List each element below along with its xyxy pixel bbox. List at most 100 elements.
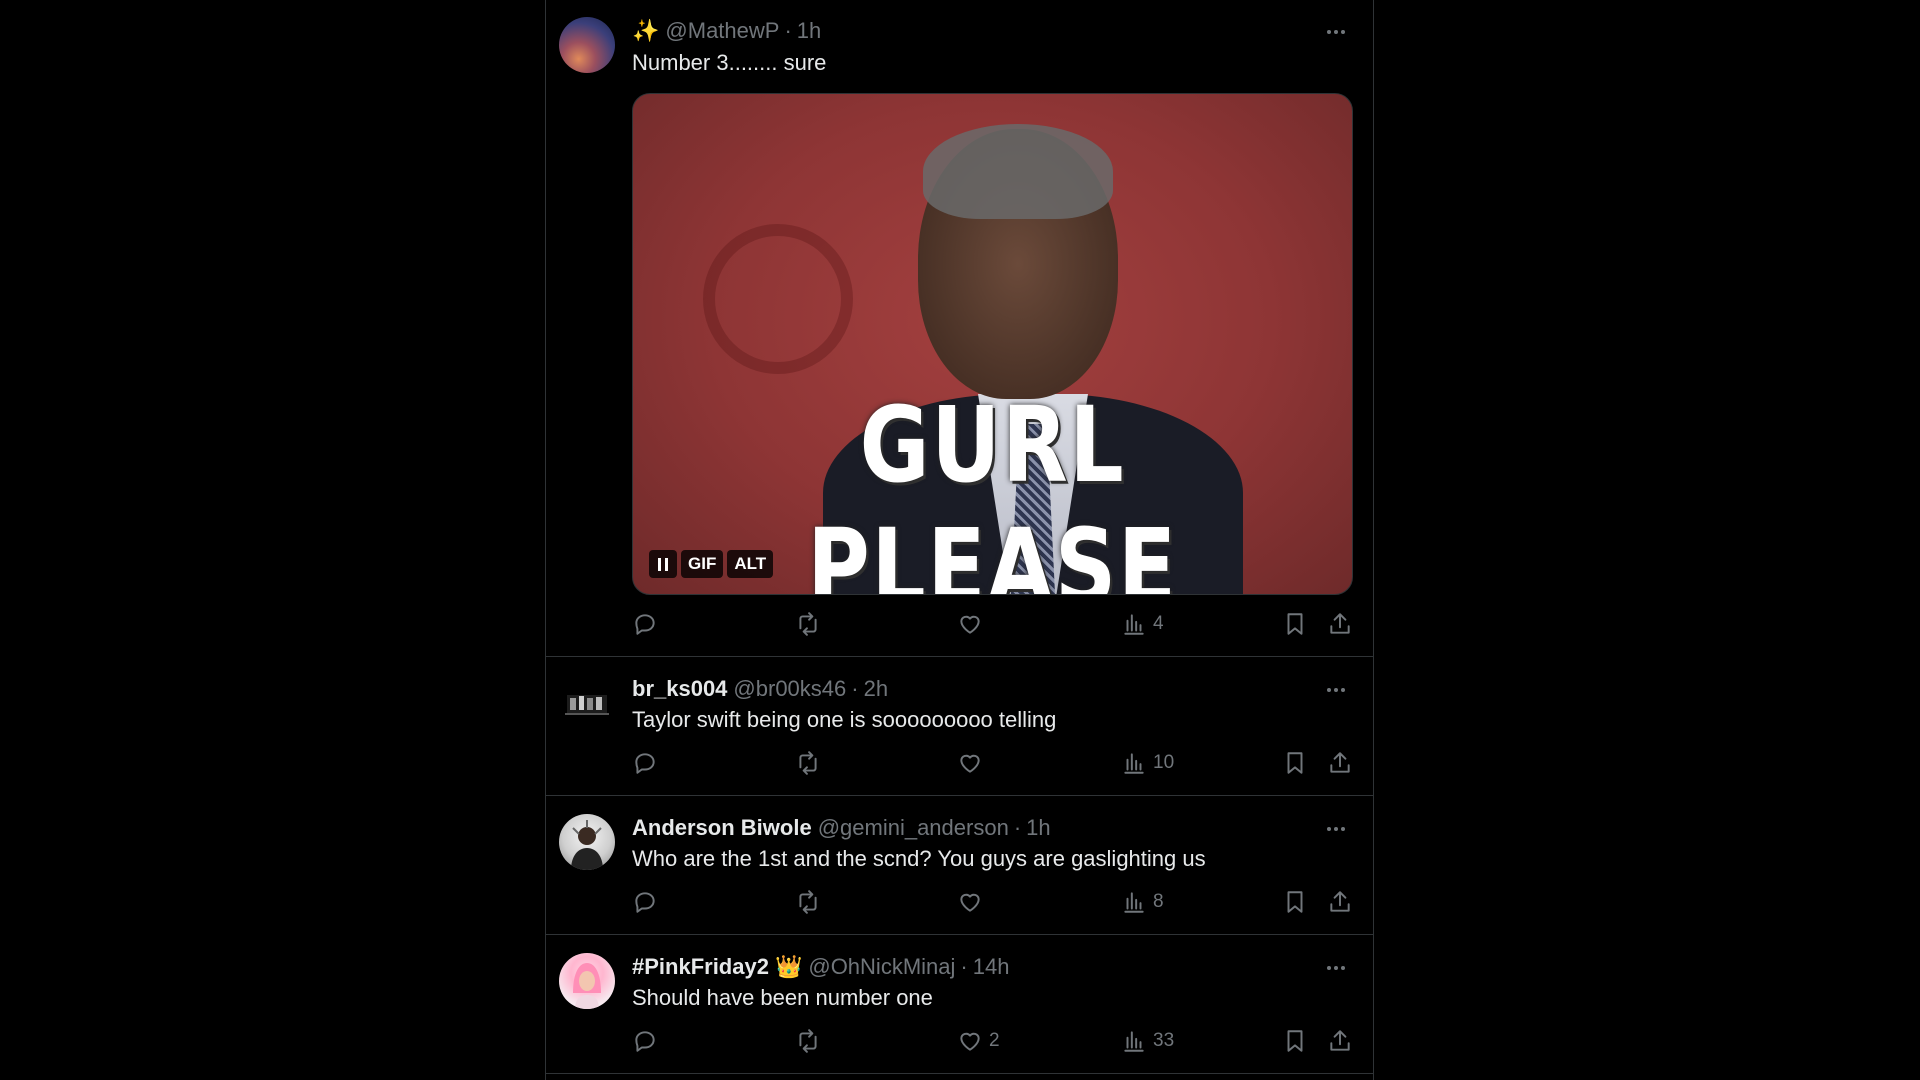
bookmark-button[interactable] — [1282, 1028, 1308, 1054]
reply-button[interactable] — [632, 750, 658, 776]
gif-badge: GIF — [681, 550, 724, 578]
bookmark-icon — [1287, 1030, 1303, 1052]
reply-button[interactable] — [632, 611, 658, 637]
timestamp[interactable]: 1h — [1026, 815, 1050, 841]
crown-emoji: 👑 — [774, 954, 803, 979]
like-count: 2 — [989, 1030, 1000, 1051]
tweet[interactable]: ✨ @MathewP · 1h Number 3........ sure GU… — [546, 0, 1373, 657]
retweet-button[interactable] — [795, 1028, 821, 1054]
view-count: 10 — [1153, 752, 1175, 773]
user-handle[interactable]: @gemini_anderson — [818, 815, 1009, 841]
reply-icon — [635, 753, 655, 774]
tweet-actions: 4 — [632, 611, 1357, 641]
gif-caption: GURL PLEASE — [807, 384, 1178, 595]
media-badges: GIF ALT — [649, 550, 774, 578]
like-button[interactable] — [957, 611, 989, 637]
more-icon[interactable] — [1319, 678, 1353, 702]
views-button[interactable]: 8 — [1121, 889, 1164, 915]
views-button[interactable]: 4 — [1121, 611, 1164, 637]
view-count: 4 — [1153, 613, 1164, 634]
reply-icon — [635, 892, 655, 913]
bookmark-button[interactable] — [1282, 750, 1308, 776]
more-icon[interactable] — [1319, 20, 1353, 44]
views-button[interactable]: 10 — [1121, 750, 1174, 776]
share-button[interactable] — [1327, 611, 1353, 637]
reply-icon — [635, 614, 655, 635]
timestamp[interactable]: 14h — [973, 954, 1010, 980]
tweet-actions: 2 33 — [632, 1028, 1357, 1058]
like-icon — [960, 1032, 980, 1051]
retweet-icon — [799, 1029, 817, 1053]
display-name[interactable]: #PinkFriday2 — [632, 954, 769, 980]
reply-button[interactable] — [632, 1028, 658, 1054]
share-button[interactable] — [1327, 1028, 1353, 1054]
separator: · — [784, 18, 792, 43]
views-icon — [1124, 892, 1144, 913]
background-logo — [703, 224, 853, 374]
like-icon — [960, 754, 980, 773]
pause-icon[interactable] — [649, 550, 677, 578]
avatar-image — [573, 963, 601, 1009]
share-icon — [1330, 752, 1350, 773]
retweet-button[interactable] — [795, 611, 821, 637]
tweet[interactable]: br_ks004 @br00ks46 · 2h Taylor swift bei… — [546, 658, 1373, 796]
separator: · — [1013, 815, 1022, 840]
tweet-text: Number 3........ sure — [632, 50, 827, 75]
timeline-feed: ✨ @MathewP · 1h Number 3........ sure GU… — [545, 0, 1374, 1080]
alt-badge[interactable]: ALT — [727, 550, 774, 578]
tweet[interactable]: #PinkFriday2 👑 @OhNickMinaj · 14h Should… — [546, 936, 1373, 1074]
share-icon — [1330, 1030, 1350, 1051]
tweet-header: br_ks004 @br00ks46 · 2h — [632, 676, 888, 702]
separator: · — [851, 676, 859, 701]
tweet-actions: 10 — [632, 750, 1357, 780]
share-icon — [1330, 891, 1350, 912]
like-button[interactable] — [957, 889, 989, 915]
gif-media[interactable]: GURL PLEASE GIF ALT — [632, 93, 1353, 595]
view-count: 8 — [1153, 891, 1164, 912]
tweet[interactable]: Anderson Biwole @gemini_anderson · 1h Wh… — [546, 797, 1373, 935]
retweet-icon — [799, 612, 817, 636]
views-icon — [1124, 1031, 1144, 1052]
views-icon — [1124, 753, 1144, 774]
avatar[interactable] — [559, 814, 615, 870]
retweet-button[interactable] — [795, 750, 821, 776]
bookmark-icon — [1287, 613, 1303, 635]
tweet-header: Anderson Biwole @gemini_anderson · 1h — [632, 815, 1051, 841]
avatar[interactable] — [559, 675, 615, 731]
reply-button[interactable] — [632, 889, 658, 915]
more-icon[interactable] — [1319, 817, 1353, 841]
views-button[interactable]: 33 — [1121, 1028, 1174, 1054]
bookmark-button[interactable] — [1282, 889, 1308, 915]
share-button[interactable] — [1327, 889, 1353, 915]
display-name[interactable]: Anderson Biwole — [632, 815, 812, 841]
reply-icon — [635, 1031, 655, 1052]
user-handle[interactable]: @MathewP — [665, 18, 779, 44]
user-handle[interactable]: @OhNickMinaj — [808, 954, 955, 980]
hair-shape — [923, 124, 1113, 219]
tweet-header: ✨ @MathewP · 1h — [632, 18, 821, 44]
user-handle[interactable]: @br00ks46 — [733, 676, 846, 702]
tweet-text: Should have been number one — [632, 985, 933, 1010]
tweet-header: #PinkFriday2 👑 @OhNickMinaj · 14h — [632, 954, 1009, 980]
views-icon — [1124, 614, 1144, 635]
like-button[interactable] — [957, 750, 989, 776]
share-icon — [1330, 613, 1350, 634]
avatar-image — [571, 820, 603, 870]
retweet-icon — [799, 751, 817, 775]
timestamp[interactable]: 1h — [797, 18, 821, 44]
avatar-image — [565, 695, 609, 715]
avatar[interactable] — [559, 17, 615, 73]
share-button[interactable] — [1327, 750, 1353, 776]
timestamp[interactable]: 2h — [864, 676, 888, 702]
tweet-text: Who are the 1st and the scnd? You guys a… — [632, 846, 1206, 871]
avatar[interactable] — [559, 953, 615, 1009]
bookmark-icon — [1287, 891, 1303, 913]
bookmark-button[interactable] — [1282, 611, 1308, 637]
retweet-button[interactable] — [795, 889, 821, 915]
display-name[interactable]: br_ks004 — [632, 676, 727, 702]
more-icon[interactable] — [1319, 956, 1353, 980]
separator: · — [960, 954, 968, 979]
retweet-icon — [799, 890, 817, 914]
like-button[interactable]: 2 — [957, 1028, 1000, 1054]
like-icon — [960, 893, 980, 912]
